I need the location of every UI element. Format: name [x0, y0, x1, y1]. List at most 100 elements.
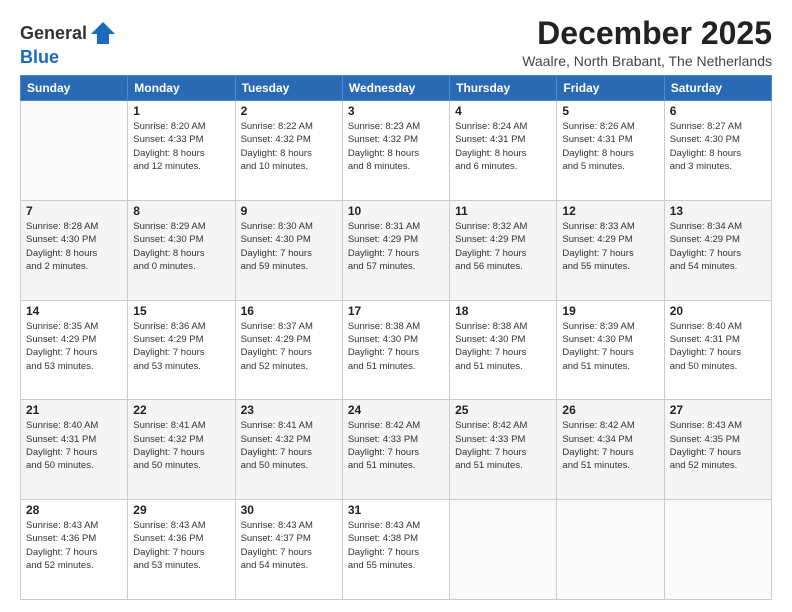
day-number: 21 — [26, 403, 122, 417]
week-row-1: 7 Sunrise: 8:28 AMSunset: 4:30 PMDaylight… — [21, 200, 772, 300]
calendar-cell: 24 Sunrise: 8:42 AMSunset: 4:33 PMDayligh… — [342, 400, 449, 500]
calendar-table: SundayMondayTuesdayWednesdayThursdayFrid… — [20, 75, 772, 600]
logo-blue: Blue — [20, 47, 59, 67]
week-row-2: 14 Sunrise: 8:35 AMSunset: 4:29 PMDayligh… — [21, 300, 772, 400]
week-row-4: 28Sunrise: 8:43 AMSunset: 4:36 PMDayligh… — [21, 500, 772, 600]
calendar-cell: 25 Sunrise: 8:42 AMSunset: 4:33 PMDayligh… — [450, 400, 557, 500]
day-number: 5 — [562, 104, 658, 118]
day-detail: Sunrise: 8:28 AMSunset: 4:30 PMDaylight:… — [26, 220, 122, 273]
calendar-cell: 19 Sunrise: 8:39 AMSunset: 4:30 PMDayligh… — [557, 300, 664, 400]
day-detail: Sunrise: 8:39 AMSunset: 4:30 PMDaylight:… — [562, 320, 658, 373]
col-header-saturday: Saturday — [664, 76, 771, 101]
day-number: 3 — [348, 104, 444, 118]
calendar-cell: 29Sunrise: 8:43 AMSunset: 4:36 PMDayligh… — [128, 500, 235, 600]
day-number: 29 — [133, 503, 229, 517]
week-row-3: 21 Sunrise: 8:40 AMSunset: 4:31 PMDayligh… — [21, 400, 772, 500]
day-detail: Sunrise: 8:29 AMSunset: 4:30 PMDaylight:… — [133, 220, 229, 273]
calendar-cell: 14 Sunrise: 8:35 AMSunset: 4:29 PMDayligh… — [21, 300, 128, 400]
day-detail: Sunrise: 8:26 AMSunset: 4:31 PMDaylight:… — [562, 120, 658, 173]
day-detail: Sunrise: 8:42 AMSunset: 4:34 PMDaylight:… — [562, 419, 658, 472]
calendar-cell: 20 Sunrise: 8:40 AMSunset: 4:31 PMDayligh… — [664, 300, 771, 400]
calendar-cell: 1 Sunrise: 8:20 AMSunset: 4:33 PMDaylight… — [128, 101, 235, 201]
day-detail: Sunrise: 8:23 AMSunset: 4:32 PMDaylight:… — [348, 120, 444, 173]
calendar-cell: 22Sunrise: 8:41 AMSunset: 4:32 PMDayligh… — [128, 400, 235, 500]
day-detail: Sunrise: 8:35 AMSunset: 4:29 PMDaylight:… — [26, 320, 122, 373]
day-detail: Sunrise: 8:38 AMSunset: 4:30 PMDaylight:… — [455, 320, 551, 373]
calendar-cell: 5 Sunrise: 8:26 AMSunset: 4:31 PMDaylight… — [557, 101, 664, 201]
calendar-cell: 13 Sunrise: 8:34 AMSunset: 4:29 PMDayligh… — [664, 200, 771, 300]
day-detail: Sunrise: 8:40 AMSunset: 4:31 PMDaylight:… — [670, 320, 766, 373]
calendar-cell: 9 Sunrise: 8:30 AMSunset: 4:30 PMDaylight… — [235, 200, 342, 300]
day-detail: Sunrise: 8:43 AMSunset: 4:38 PMDaylight:… — [348, 519, 444, 572]
day-number: 16 — [241, 304, 337, 318]
calendar-cell: 31 Sunrise: 8:43 AMSunset: 4:38 PMDayligh… — [342, 500, 449, 600]
day-detail: Sunrise: 8:40 AMSunset: 4:31 PMDaylight:… — [26, 419, 122, 472]
col-header-thursday: Thursday — [450, 76, 557, 101]
calendar-cell: 26 Sunrise: 8:42 AMSunset: 4:34 PMDayligh… — [557, 400, 664, 500]
day-detail: Sunrise: 8:42 AMSunset: 4:33 PMDaylight:… — [455, 419, 551, 472]
calendar-cell: 15 Sunrise: 8:36 AMSunset: 4:29 PMDayligh… — [128, 300, 235, 400]
calendar-cell: 3 Sunrise: 8:23 AMSunset: 4:32 PMDaylight… — [342, 101, 449, 201]
calendar-cell: 7 Sunrise: 8:28 AMSunset: 4:30 PMDaylight… — [21, 200, 128, 300]
day-number: 26 — [562, 403, 658, 417]
logo-general: General — [20, 24, 87, 44]
day-detail: Sunrise: 8:30 AMSunset: 4:30 PMDaylight:… — [241, 220, 337, 273]
logo: General Blue — [20, 20, 117, 68]
day-number: 4 — [455, 104, 551, 118]
day-detail: Sunrise: 8:43 AMSunset: 4:36 PMDaylight:… — [26, 519, 122, 572]
calendar-cell: 8 Sunrise: 8:29 AMSunset: 4:30 PMDaylight… — [128, 200, 235, 300]
day-number: 19 — [562, 304, 658, 318]
calendar-cell: 6Sunrise: 8:27 AMSunset: 4:30 PMDaylight… — [664, 101, 771, 201]
calendar-cell: 23 Sunrise: 8:41 AMSunset: 4:32 PMDayligh… — [235, 400, 342, 500]
day-detail: Sunrise: 8:43 AMSunset: 4:37 PMDaylight:… — [241, 519, 337, 572]
day-number: 20 — [670, 304, 766, 318]
subtitle: Waalre, North Brabant, The Netherlands — [522, 53, 772, 69]
calendar-cell: 27 Sunrise: 8:43 AMSunset: 4:35 PMDayligh… — [664, 400, 771, 500]
day-number: 13 — [670, 204, 766, 218]
day-detail: Sunrise: 8:38 AMSunset: 4:30 PMDaylight:… — [348, 320, 444, 373]
day-detail: Sunrise: 8:32 AMSunset: 4:29 PMDaylight:… — [455, 220, 551, 273]
day-detail: Sunrise: 8:41 AMSunset: 4:32 PMDaylight:… — [241, 419, 337, 472]
day-number: 24 — [348, 403, 444, 417]
page: General Blue December 2025 Waalre, North… — [0, 0, 792, 612]
logo-icon — [89, 20, 117, 48]
day-detail: Sunrise: 8:37 AMSunset: 4:29 PMDaylight:… — [241, 320, 337, 373]
week-row-0: 1 Sunrise: 8:20 AMSunset: 4:33 PMDaylight… — [21, 101, 772, 201]
calendar-cell: 11 Sunrise: 8:32 AMSunset: 4:29 PMDayligh… — [450, 200, 557, 300]
day-detail: Sunrise: 8:20 AMSunset: 4:33 PMDaylight:… — [133, 120, 229, 173]
day-number: 25 — [455, 403, 551, 417]
day-detail: Sunrise: 8:42 AMSunset: 4:33 PMDaylight:… — [348, 419, 444, 472]
day-number: 7 — [26, 204, 122, 218]
day-number: 8 — [133, 204, 229, 218]
day-detail: Sunrise: 8:43 AMSunset: 4:35 PMDaylight:… — [670, 419, 766, 472]
calendar-cell: 12Sunrise: 8:33 AMSunset: 4:29 PMDayligh… — [557, 200, 664, 300]
calendar-cell: 2Sunrise: 8:22 AMSunset: 4:32 PMDaylight… — [235, 101, 342, 201]
calendar-cell: 21 Sunrise: 8:40 AMSunset: 4:31 PMDayligh… — [21, 400, 128, 500]
calendar-cell: 10Sunrise: 8:31 AMSunset: 4:29 PMDayligh… — [342, 200, 449, 300]
calendar-cell: 18Sunrise: 8:38 AMSunset: 4:30 PMDayligh… — [450, 300, 557, 400]
calendar-cell: 4 Sunrise: 8:24 AMSunset: 4:31 PMDaylight… — [450, 101, 557, 201]
header: General Blue December 2025 Waalre, North… — [20, 16, 772, 69]
day-number: 23 — [241, 403, 337, 417]
day-number: 15 — [133, 304, 229, 318]
day-number: 1 — [133, 104, 229, 118]
day-detail: Sunrise: 8:34 AMSunset: 4:29 PMDaylight:… — [670, 220, 766, 273]
day-number: 14 — [26, 304, 122, 318]
day-number: 10 — [348, 204, 444, 218]
calendar-cell — [557, 500, 664, 600]
day-number: 31 — [348, 503, 444, 517]
calendar-cell: 16 Sunrise: 8:37 AMSunset: 4:29 PMDayligh… — [235, 300, 342, 400]
col-header-friday: Friday — [557, 76, 664, 101]
day-number: 9 — [241, 204, 337, 218]
day-number: 6 — [670, 104, 766, 118]
day-number: 27 — [670, 403, 766, 417]
calendar-cell — [664, 500, 771, 600]
calendar-header-row: SundayMondayTuesdayWednesdayThursdayFrid… — [21, 76, 772, 101]
day-number: 11 — [455, 204, 551, 218]
day-detail: Sunrise: 8:36 AMSunset: 4:29 PMDaylight:… — [133, 320, 229, 373]
calendar-cell: 28Sunrise: 8:43 AMSunset: 4:36 PMDayligh… — [21, 500, 128, 600]
day-number: 22 — [133, 403, 229, 417]
day-detail: Sunrise: 8:24 AMSunset: 4:31 PMDaylight:… — [455, 120, 551, 173]
month-title: December 2025 — [522, 16, 772, 51]
col-header-monday: Monday — [128, 76, 235, 101]
